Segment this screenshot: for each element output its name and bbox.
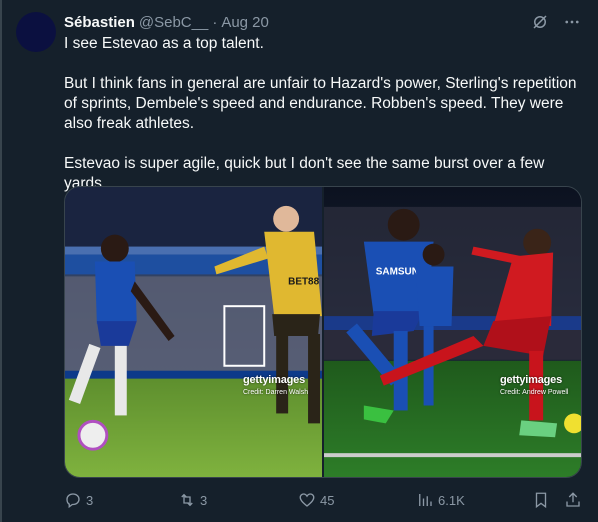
bookmark-icon [535,492,547,509]
photo-credit: Credit: Darren Walsh [243,389,309,396]
avatar[interactable] [16,12,56,52]
tweet-paragraph: But I think fans in general are unfair t… [64,75,577,132]
photo-image: BET88 [65,187,322,477]
author-handle[interactable]: @SebC__ [139,14,208,31]
photo-image: SAMSUNG [324,187,581,477]
reply-icon [66,493,80,509]
like-button[interactable]: 45 [298,491,334,509]
reply-button[interactable]: 3 [64,491,93,509]
share-button[interactable] [564,491,582,509]
media-photo[interactable]: BET88 gettyimages Credit: Darren Walsh [65,187,322,477]
getty-watermark: gettyimages Credit: Darren Walsh [243,370,308,396]
timestamp[interactable]: Aug 20 [221,14,269,31]
bookmark-button[interactable] [532,491,550,509]
media-grid: BET88 gettyimages Credit: Darren Walsh S… [64,186,582,478]
shirt-sponsor: BET88 [288,276,319,287]
more-icon[interactable] [562,12,582,32]
tweet-paragraph: I see Estevao as a top talent. [64,35,264,52]
views-count: 6.1K [438,492,465,508]
getty-watermark: gettyimages Credit: Andrew Powell [500,370,568,396]
repost-count: 3 [200,492,208,508]
reply-count: 3 [86,492,94,508]
tweet-text: I see Estevao as a top talent. But I thi… [64,34,584,194]
grok-icon[interactable] [530,12,550,32]
heart-icon [299,493,315,507]
action-bar: 3 3 45 6.1K [64,490,584,510]
getty-logo: gettyimages [243,374,305,386]
share-icon [566,492,580,507]
photo-credit: Credit: Andrew Powell [500,389,569,396]
getty-logo: gettyimages [500,374,562,386]
views-icon [419,494,432,506]
separator: · [212,13,218,31]
views-button[interactable]: 6.1K [416,491,465,509]
like-count: 45 [320,492,335,508]
repost-icon [181,493,193,507]
tweet-header: Sébastien @SebC__ · Aug 20 [64,12,582,32]
repost-button[interactable]: 3 [178,491,207,509]
media-photo[interactable]: SAMSUNG gettyimages Credit: Andrew Powel… [324,187,581,477]
author-name[interactable]: Sébastien [64,14,135,31]
tweet[interactable]: Sébastien @SebC__ · Aug 20 I see Estevao… [0,0,598,522]
